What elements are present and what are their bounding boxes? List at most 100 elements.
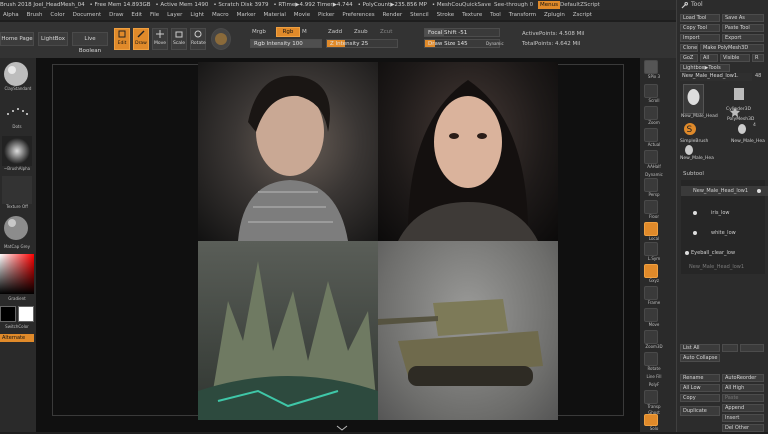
lightbox-button[interactable]: LightBox xyxy=(38,32,68,46)
floor-button[interactable] xyxy=(644,200,658,214)
zsub-toggle[interactable]: Zsub xyxy=(354,28,368,36)
menu-light[interactable]: Light xyxy=(187,10,207,20)
rgb-toggle[interactable]: Rgb xyxy=(276,27,300,37)
zoom3d-button[interactable] xyxy=(644,330,658,344)
actual-button[interactable] xyxy=(644,128,658,142)
z-intensity-slider[interactable]: Z Intensity 25 xyxy=(326,39,398,48)
menu-document[interactable]: Document xyxy=(70,10,105,20)
clone-button[interactable]: Clone xyxy=(680,44,698,52)
arrow-up-button[interactable] xyxy=(722,344,738,352)
tool-thumb-head-3[interactable]: New_Male_Hea xyxy=(680,144,714,161)
menu-stencil[interactable]: Stencil xyxy=(407,10,432,20)
canvas-scroll-marker[interactable] xyxy=(334,424,350,432)
polyf-button[interactable]: PolyF xyxy=(640,382,668,387)
spix-label[interactable]: SPix 3 xyxy=(640,74,668,79)
local-button[interactable] xyxy=(644,222,658,236)
tool-thumb-head[interactable]: New_Male_Head xyxy=(681,84,718,119)
dynamic-label[interactable]: Dynamic xyxy=(640,172,668,177)
menu-material[interactable]: Material xyxy=(261,10,289,20)
rotate-view-button[interactable] xyxy=(644,352,658,366)
import-button[interactable]: Import xyxy=(680,34,720,42)
zcut-toggle[interactable]: Zcut xyxy=(380,28,392,36)
move-view-button[interactable] xyxy=(644,308,658,322)
zoom-button[interactable] xyxy=(644,106,658,120)
paste-tool-button[interactable]: Paste Tool xyxy=(722,24,764,32)
material-sphere-button[interactable] xyxy=(211,28,231,50)
bpr-button[interactable] xyxy=(644,60,658,74)
auto-reorder-button[interactable]: AutoReorder xyxy=(722,374,764,382)
scroll-button[interactable] xyxy=(644,84,658,98)
menu-zplugin[interactable]: Zplugin xyxy=(541,10,568,20)
menu-stroke[interactable]: Stroke xyxy=(434,10,458,20)
menus-toggle[interactable]: Menus xyxy=(538,1,560,9)
see-through-slider[interactable]: See-through 0 xyxy=(494,1,533,9)
material-selector[interactable] xyxy=(2,214,32,242)
visibility-eye-icon[interactable] xyxy=(757,189,761,193)
list-all-button[interactable]: List All xyxy=(680,344,720,352)
copy-tool-button[interactable]: Copy Tool xyxy=(680,24,720,32)
line-fill-button[interactable]: Line Fill xyxy=(640,374,668,379)
default-zscript[interactable]: DefaultZScript xyxy=(560,1,600,9)
rgb-intensity-slider[interactable]: Rgb Intensity 100 xyxy=(250,39,322,48)
quicksave-button[interactable]: QuickSave xyxy=(462,1,491,9)
persp-button[interactable] xyxy=(644,178,658,192)
alternate-button[interactable]: Alternate xyxy=(0,334,34,342)
menu-brush[interactable]: Brush xyxy=(24,10,46,20)
menu-movie[interactable]: Movie xyxy=(291,10,313,20)
texture-selector[interactable] xyxy=(2,176,32,204)
rotate-button[interactable]: Rotate xyxy=(190,28,206,50)
visibility-eye-icon[interactable] xyxy=(685,251,689,255)
goz-visible-button[interactable]: Visible xyxy=(720,54,750,62)
menu-edit[interactable]: Edit xyxy=(128,10,145,20)
frame-button[interactable] xyxy=(644,286,658,300)
copy-button[interactable]: Copy xyxy=(680,394,720,402)
rename-button[interactable]: Rename xyxy=(680,374,720,382)
visibility-eye-icon[interactable] xyxy=(693,211,697,215)
secondary-color-swatch[interactable] xyxy=(18,306,34,322)
menu-transform[interactable]: Transform xyxy=(506,10,539,20)
menu-preferences[interactable]: Preferences xyxy=(339,10,377,20)
brush-selector[interactable] xyxy=(2,60,32,88)
goz-r-button[interactable]: R xyxy=(752,54,764,62)
menu-marker[interactable]: Marker xyxy=(234,10,259,20)
menu-macro[interactable]: Macro xyxy=(209,10,232,20)
zadd-toggle[interactable]: Zadd xyxy=(328,28,342,36)
make-polymesh-button[interactable]: Make PolyMesh3D xyxy=(700,44,764,52)
transp-button[interactable] xyxy=(644,390,658,404)
goz-button[interactable]: GoZ xyxy=(680,54,698,62)
load-tool-button[interactable]: Load Tool xyxy=(680,14,720,22)
tool-thumb-head-2[interactable]: 4 New_Male_Hea xyxy=(731,122,765,144)
duplicate-button[interactable]: Duplicate xyxy=(680,406,720,416)
focal-shift-slider[interactable]: Focal Shift -51 xyxy=(424,28,500,37)
aahalf-button[interactable] xyxy=(644,150,658,164)
home-page-button[interactable]: Home Page xyxy=(0,32,34,46)
m-toggle[interactable]: M xyxy=(302,28,307,36)
menu-file[interactable]: File xyxy=(147,10,162,20)
subtool-row-1[interactable]: New_Male_Head_low1 xyxy=(681,186,768,196)
primary-color-swatch[interactable] xyxy=(0,306,16,322)
dynamic-toggle[interactable]: Dynamic xyxy=(486,40,504,48)
menu-render[interactable]: Render xyxy=(380,10,406,20)
visibility-eye-icon[interactable] xyxy=(693,231,697,235)
subtool-row-5[interactable]: New_Male_Head_low1 xyxy=(681,262,768,272)
all-high-button[interactable]: All High xyxy=(722,384,764,392)
alpha-selector[interactable] xyxy=(2,136,32,166)
menu-tool[interactable]: Tool xyxy=(487,10,504,20)
menu-color[interactable]: Color xyxy=(47,10,67,20)
mrgb-toggle[interactable]: Mrgb xyxy=(252,28,266,36)
tool-thumb-simplebrush[interactable]: S SimpleBrush xyxy=(680,122,708,144)
move-button[interactable]: Move xyxy=(152,28,168,50)
append-button[interactable]: Append xyxy=(722,404,764,412)
menu-alpha[interactable]: Alpha xyxy=(0,10,22,20)
auto-collapse-button[interactable]: Auto Collapse xyxy=(680,354,720,362)
all-low-button[interactable]: All Low xyxy=(680,384,720,392)
menu-draw[interactable]: Draw xyxy=(106,10,126,20)
tool-thumb-polymesh[interactable]: PolyMesh3D xyxy=(727,106,754,122)
subtool-row-4[interactable]: Eyeball_clear_low xyxy=(681,248,768,258)
del-other-button[interactable]: Del Other xyxy=(722,424,764,432)
lightbox-tools-button[interactable]: Lightbox▶Tools xyxy=(680,64,730,72)
menu-texture[interactable]: Texture xyxy=(459,10,485,20)
switch-color-button[interactable]: SwitchColor xyxy=(0,324,34,329)
gxyz-button[interactable] xyxy=(644,264,658,278)
export-button[interactable]: Export xyxy=(722,34,764,42)
